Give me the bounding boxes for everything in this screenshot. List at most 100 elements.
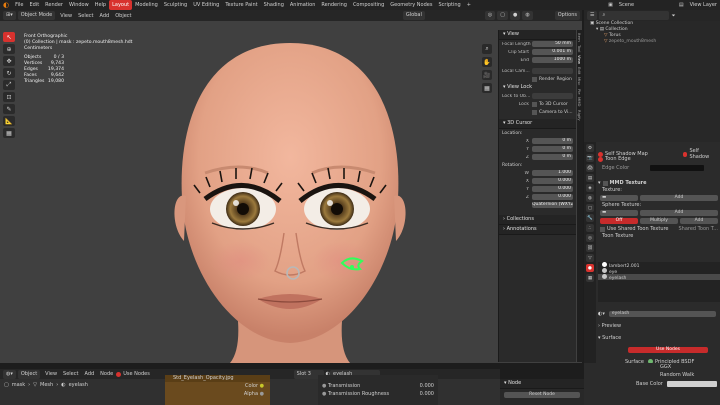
node-menu-node[interactable]: Node (97, 371, 116, 377)
modifier-properties-icon[interactable]: 🔧 (586, 214, 594, 222)
view-layer-properties-icon[interactable]: ▤ (586, 174, 594, 182)
menu-edit[interactable]: Edit (26, 0, 42, 10)
lock-3d-cursor-checkbox[interactable] (532, 101, 537, 107)
mode-selector[interactable]: Object Mode (17, 11, 56, 20)
workspace-tab-scripting[interactable]: Scripting (435, 0, 463, 10)
particles-properties-icon[interactable]: ∴ (586, 224, 594, 232)
annotate-tool-icon[interactable]: ✎ (3, 104, 15, 114)
sidebar-tab-misc[interactable]: Misc (577, 77, 582, 85)
material-sphere-icon[interactable]: ◐▾ (598, 311, 605, 317)
use-nodes-checkbox[interactable] (116, 371, 122, 377)
cursor-rot-x[interactable]: 0.000 (532, 178, 573, 184)
shared-toon-checkbox[interactable] (600, 226, 605, 232)
viewport-menu-view[interactable]: View (57, 13, 75, 19)
viewport-menu-object[interactable]: Object (112, 13, 134, 19)
sidebar-tab-mmd[interactable]: MMD (577, 97, 582, 106)
sidebar-tab-rigify[interactable]: Rigify (577, 110, 582, 121)
zoom-icon[interactable]: ⌕ (482, 44, 492, 54)
mmd-texture-header[interactable]: ▾ MMD Texture (598, 179, 720, 187)
cursor-loc-y[interactable]: 0 m (532, 146, 573, 152)
workspace-tab-rendering[interactable]: Rendering (318, 0, 350, 10)
cursor-rot-y[interactable]: 0.000 (532, 186, 573, 192)
image-texture-node[interactable]: Std_Eyelash_Opacity.jpg Color ● Alpha ● (165, 375, 270, 405)
scale-tool-icon[interactable]: ⤢ (3, 80, 15, 90)
ortho-toggle-icon[interactable]: ▦ (482, 83, 492, 93)
move-tool-icon[interactable]: ✥ (3, 56, 15, 66)
sidebar-tab-edit[interactable]: Edit (577, 67, 582, 74)
options-button[interactable]: Options (554, 11, 580, 20)
output-properties-icon[interactable]: 🖨 (586, 164, 594, 172)
node-panel-header[interactable]: ▾ Node (500, 379, 584, 389)
node-menu-view[interactable]: View (42, 371, 60, 377)
folder-icon[interactable]: ▬ (600, 195, 638, 201)
sidebar-tab-view[interactable]: View (577, 55, 582, 64)
toon-edge-checkbox[interactable] (598, 156, 603, 162)
workspace-tab-modeling[interactable]: Modeling (132, 0, 161, 10)
viewport-menu-add[interactable]: Add (97, 13, 113, 19)
rotate-tool-icon[interactable]: ↻ (3, 68, 15, 78)
physics-properties-icon[interactable]: ◎ (586, 234, 594, 242)
use-nodes-button[interactable]: Use Nodes (628, 347, 708, 353)
cursor-loc-x[interactable]: 0 m (532, 138, 573, 144)
workspace-tab-texture-paint[interactable]: Texture Paint (222, 0, 260, 10)
texture-add-button[interactable]: Add (640, 195, 718, 201)
workspace-tab-compositing[interactable]: Compositing (350, 0, 387, 10)
clip-end-field[interactable]: 1000 m (532, 57, 573, 63)
add-cube-tool-icon[interactable]: ▦ (3, 128, 15, 138)
xray-icon[interactable]: ▢ (497, 11, 508, 20)
clip-start-field[interactable]: 0.001 m (532, 49, 573, 55)
orientation-selector[interactable]: Global (402, 11, 425, 20)
checkbox-icon[interactable] (602, 180, 608, 186)
measure-tool-icon[interactable]: 📐 (3, 116, 15, 126)
sphere-add-button[interactable]: Add (640, 210, 718, 216)
workspace-tab-animation[interactable]: Animation (287, 0, 319, 10)
shading-material-icon[interactable]: ◍ (522, 11, 533, 20)
shader-type-select[interactable]: Object (17, 369, 41, 379)
surface-panel-header[interactable]: ▾ Surface (598, 335, 720, 341)
object-properties-icon[interactable]: ▢ (586, 204, 594, 212)
pan-hand-icon[interactable]: ✋ (482, 57, 492, 67)
sphere-add-mode-button[interactable]: Add (680, 218, 718, 224)
viewport-menu-select[interactable]: Select (75, 13, 96, 19)
outliner-search-input[interactable]: ⌕ (599, 11, 670, 20)
base-color-swatch[interactable] (666, 381, 717, 387)
tool-properties-icon[interactable]: ⚙ (586, 144, 594, 152)
principled-bsdf-node[interactable]: ● Transmission 0.000 ● Transmission Rough… (318, 375, 438, 405)
menu-help[interactable]: Help (92, 0, 109, 10)
scene-selector[interactable]: Scene (616, 0, 676, 10)
outliner-item-mouth-mesh[interactable]: ▽ zepeto_mouth8mesh (584, 39, 720, 45)
focal-length-field[interactable]: 50 mm (532, 41, 573, 47)
material-name-field[interactable]: eyelash (608, 311, 716, 317)
editor-type-icon[interactable]: ⊞▾ (3, 11, 16, 20)
overlay-icon[interactable]: ◎ (484, 11, 496, 20)
camera-view-icon[interactable]: 🎥 (482, 70, 492, 80)
material-slot-item-selected[interactable]: eyelash (598, 274, 720, 281)
view-section-header[interactable]: ▾ View (499, 30, 576, 40)
reset-node-button[interactable]: Reset Node (504, 392, 580, 398)
sidebar-tab-item[interactable]: Item (577, 33, 582, 42)
shading-solid-icon[interactable]: ● (509, 11, 521, 20)
3d-cursor-section-header[interactable]: ▾ 3D Cursor (499, 119, 576, 129)
sidebar-tab-tool[interactable]: Tool (577, 45, 582, 52)
world-properties-icon[interactable]: ◍ (586, 194, 594, 202)
cursor-loc-z[interactable]: 0 m (532, 154, 573, 160)
cursor-rot-z[interactable]: 0.000 (532, 194, 573, 200)
workspace-tab-geometry-nodes[interactable]: Geometry Nodes (387, 0, 435, 10)
select-tool-icon[interactable]: ↖ (3, 32, 15, 42)
blender-logo-icon[interactable]: ◐ (0, 0, 12, 10)
add-workspace-button[interactable]: + (464, 0, 474, 10)
transform-tool-icon[interactable]: ⊡ (3, 92, 15, 102)
workspace-tab-layout[interactable]: Layout (109, 0, 133, 10)
distribution-select[interactable]: GGX (584, 363, 720, 371)
workspace-tab-shading[interactable]: Shading (261, 0, 287, 10)
data-properties-icon[interactable]: ▽ (586, 254, 594, 262)
outliner-type-icon[interactable]: ☰ (587, 11, 598, 20)
sidebar-tab-pie[interactable]: Pie (577, 89, 582, 95)
transmission-roughness-row[interactable]: ● Transmission Roughness 0.000 (318, 390, 438, 398)
scene-properties-icon[interactable]: ◈ (586, 184, 594, 192)
menu-window[interactable]: Window (66, 0, 92, 10)
annotations-section-header[interactable]: › Annotations (499, 225, 576, 235)
menu-file[interactable]: File (12, 0, 26, 10)
preview-panel-header[interactable]: › Preview (598, 323, 720, 329)
render-properties-icon[interactable]: 📷 (586, 154, 594, 162)
